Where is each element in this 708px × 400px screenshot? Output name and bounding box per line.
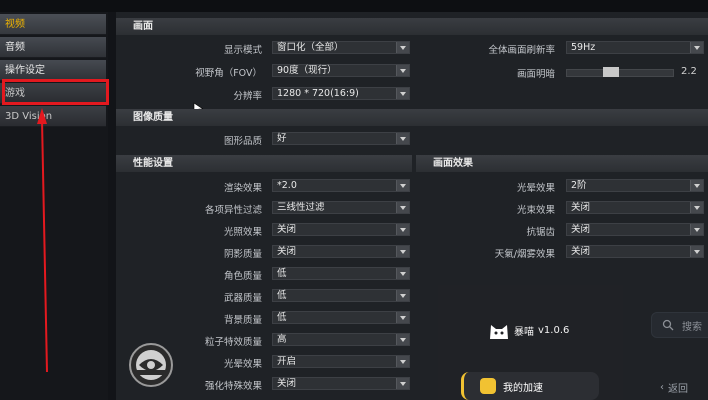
label-effects-glow: 光晕效果 — [516, 183, 555, 194]
refresh-rate-dropdown[interactable]: 59Hz — [566, 41, 704, 54]
cat-mascot-icon — [490, 325, 508, 339]
my-acceleration-button[interactable]: 我的加速 — [461, 372, 599, 400]
chevron-down-icon — [396, 246, 409, 257]
my-acceleration-label: 我的加速 — [503, 382, 543, 394]
character-value: 低 — [277, 268, 287, 279]
label-lighting: 光照效果 — [223, 227, 262, 238]
label-refresh-rate: 全体画面刷新率 — [488, 45, 555, 56]
chevron-down-icon — [690, 42, 703, 53]
graphics-quality-dropdown[interactable]: 好 — [272, 132, 410, 145]
weapon-dropdown[interactable]: 低 — [272, 289, 410, 302]
chevron-left-icon: ‹ — [660, 382, 664, 393]
fov-value: 90度（现行） — [277, 65, 337, 76]
back-label: 返回 — [668, 384, 688, 395]
label-render: 渲染效果 — [223, 183, 262, 194]
light-beam-dropdown[interactable]: 关闭 — [566, 201, 704, 214]
chevron-down-icon — [690, 246, 703, 257]
render-dropdown[interactable]: *2.0 — [272, 179, 410, 192]
app-brand: 暴喵 v1.0.6 — [487, 318, 569, 342]
fov-dropdown[interactable]: 90度（现行） — [272, 64, 410, 77]
chevron-down-icon — [396, 290, 409, 301]
label-anti-aliasing: 抗锯齿 — [526, 227, 555, 238]
particles-value: 高 — [277, 334, 287, 345]
label-graphics-quality: 图形品质 — [223, 136, 262, 147]
chevron-down-icon — [396, 334, 409, 345]
display-mode-value: 窗口化（全部） — [277, 42, 344, 53]
special-effects-dropdown[interactable]: 关闭 — [272, 377, 410, 390]
label-resolution: 分辨率 — [233, 91, 262, 102]
particles-dropdown[interactable]: 高 — [272, 333, 410, 346]
app-name: 暴喵 — [514, 326, 534, 338]
label-background: 背景质量 — [223, 315, 262, 326]
search-placeholder: 搜索 — [682, 321, 702, 333]
chevron-down-icon — [396, 268, 409, 279]
section-header-image-quality: 图像质量 — [116, 109, 708, 126]
label-character: 角色质量 — [223, 271, 262, 282]
search-icon — [662, 319, 674, 331]
section-header-performance: 性能设置 — [116, 155, 412, 172]
label-brightness: 画面明暗 — [516, 69, 555, 80]
effects-glow-value: 2阶 — [571, 180, 587, 191]
shadow-dropdown[interactable]: 关闭 — [272, 245, 410, 258]
lighting-value: 关闭 — [277, 224, 297, 235]
character-dropdown[interactable]: 低 — [272, 267, 410, 280]
resolution-dropdown[interactable]: 1280 * 720(16:9) — [272, 87, 410, 100]
anti-aliasing-value: 关闭 — [571, 224, 591, 235]
chevron-down-icon — [396, 356, 409, 367]
effects-glow-dropdown[interactable]: 2阶 — [566, 179, 704, 192]
anisotropic-dropdown[interactable]: 三线性过滤 — [272, 201, 410, 214]
section-header-display: 画面 — [116, 18, 708, 35]
weather-fog-value: 关闭 — [571, 246, 591, 257]
nvidia-logo-icon — [129, 343, 173, 387]
anti-aliasing-dropdown[interactable]: 关闭 — [566, 223, 704, 236]
chevron-down-icon — [396, 133, 409, 144]
chevron-down-icon — [396, 312, 409, 323]
label-anisotropic: 各项异性过滤 — [204, 205, 262, 216]
section-header-effects: 画面效果 — [416, 155, 708, 172]
label-weather-fog: 天氣/烟雾效果 — [494, 249, 555, 260]
search-input[interactable]: 搜索 — [651, 312, 708, 338]
chevron-down-icon — [396, 224, 409, 235]
brightness-slider-thumb[interactable] — [603, 67, 619, 77]
glow-dropdown[interactable]: 开启 — [272, 355, 410, 368]
special-effects-value: 关闭 — [277, 378, 297, 389]
brightness-slider[interactable] — [566, 69, 674, 77]
graphics-quality-value: 好 — [277, 133, 287, 144]
chevron-down-icon — [396, 378, 409, 389]
chevron-down-icon — [690, 224, 703, 235]
shadow-value: 关闭 — [277, 246, 297, 257]
back-link[interactable]: ‹ 返回 — [660, 380, 688, 395]
label-shadow: 阴影质量 — [223, 249, 262, 260]
app-version: v1.0.6 — [538, 324, 570, 336]
chevron-down-icon — [396, 65, 409, 76]
label-light-beam: 光束效果 — [516, 205, 555, 216]
anisotropic-value: 三线性过滤 — [277, 202, 325, 213]
render-value: *2.0 — [277, 180, 297, 191]
chevron-down-icon — [396, 180, 409, 191]
brightness-value: 2.2 — [681, 66, 697, 77]
background-value: 低 — [277, 312, 287, 323]
refresh-rate-value: 59Hz — [571, 42, 596, 53]
weapon-value: 低 — [277, 290, 287, 301]
speed-chart-icon — [480, 378, 496, 394]
annotation-arrow-icon — [37, 108, 48, 373]
display-mode-dropdown[interactable]: 窗口化（全部） — [272, 41, 410, 54]
chevron-down-icon — [396, 202, 409, 213]
label-display-mode: 显示模式 — [223, 45, 262, 56]
background-dropdown[interactable]: 低 — [272, 311, 410, 324]
chevron-down-icon — [690, 180, 703, 191]
chevron-down-icon — [690, 202, 703, 213]
weather-fog-dropdown[interactable]: 关闭 — [566, 245, 704, 258]
light-beam-value: 关闭 — [571, 202, 591, 213]
label-weapon: 武器质量 — [223, 293, 262, 304]
label-fov: 视野角（FOV） — [195, 68, 262, 79]
chevron-down-icon — [396, 88, 409, 99]
lighting-dropdown[interactable]: 关闭 — [272, 223, 410, 236]
resolution-value: 1280 * 720(16:9) — [277, 88, 359, 99]
chevron-down-icon — [396, 42, 409, 53]
glow-value: 开启 — [277, 356, 297, 367]
